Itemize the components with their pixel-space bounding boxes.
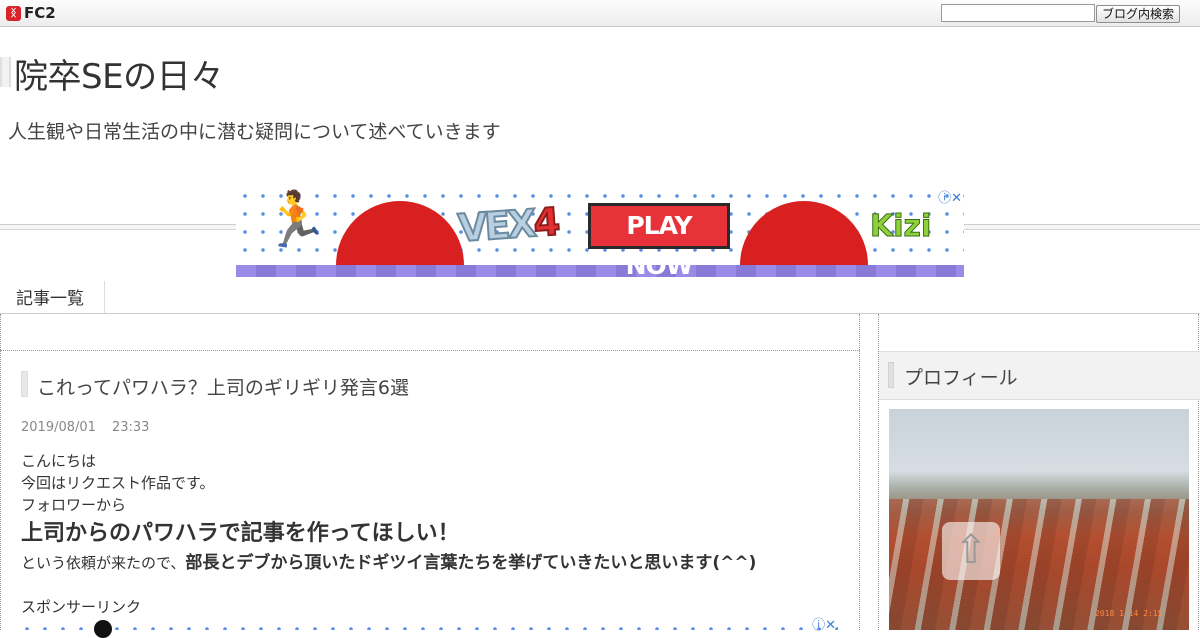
profile-photo[interactable]: ⇧ 2018 1 14 2:15: [889, 409, 1189, 630]
sidebar-profile-title: プロフィール: [904, 367, 1018, 389]
ad-red-dome: [740, 201, 868, 265]
entry-body-line: 今回はリクエスト作品です。: [21, 474, 215, 492]
nav-divider: [0, 313, 1200, 314]
main-left-border: [0, 314, 1, 630]
ad-choices-icon[interactable]: ⓘ✕: [812, 614, 836, 633]
blog-title[interactable]: 院卒SEの日々: [14, 49, 224, 98]
entry-headline: 上司からのパワハラで記事を作ってほしい！: [21, 521, 460, 546]
sponsor-label: スポンサーリンク: [21, 598, 142, 616]
nav-separator: [104, 281, 105, 313]
entry-body-line: こんにちは: [21, 452, 97, 470]
sidebar-title-accent: [888, 362, 894, 388]
blog-search-button[interactable]: ブログ内検索: [1096, 5, 1180, 23]
title-accent-bar: [0, 57, 11, 87]
entry-time-value: 23:33: [111, 420, 150, 435]
entry-body-line: フォロワーから: [21, 496, 127, 514]
fc2-toolbar: ᛝ FC2 ブログ内検索: [0, 0, 1200, 27]
blog-search-input[interactable]: [941, 4, 1095, 22]
inline-ad-banner[interactable]: ⓘ✕: [18, 618, 838, 638]
runner-icon: 🏃: [262, 188, 330, 251]
ad-game-logo-text: VEX: [456, 200, 537, 251]
entry-date: 2019/08/01 23:33: [21, 420, 149, 435]
entry-body-bold: 部長とデブから頂いたドギツイ言葉たちを挙げていきたいと思います(^^): [185, 553, 757, 573]
ad-game-logo-number: 4: [531, 199, 559, 247]
blog-description: 人生観や日常生活の中に潜む疑問について述べていきます: [8, 121, 501, 143]
nav-item-article-list[interactable]: 記事一覧: [16, 284, 84, 309]
scroll-to-top-icon[interactable]: ⇧: [942, 522, 1000, 580]
entry-body-prefix: という依頼が来たので、: [21, 554, 186, 572]
ad-game-logo: VEX4: [456, 199, 560, 252]
fc2-logo-text: FC2: [24, 4, 56, 22]
entry-title-accent: [21, 371, 28, 397]
ad-choices-icon[interactable]: ⓘ✕: [938, 187, 962, 206]
ad-play-now-button[interactable]: PLAY NOW: [588, 203, 730, 277]
ad-banner[interactable]: 🏃 VEX4 PLAY NOW Kizi ⓘ✕: [236, 187, 964, 277]
ad-floor: [236, 265, 964, 277]
entry-title[interactable]: これってパワハラ？上司のギリギリ発言6選: [37, 373, 409, 400]
runner-head-icon: [94, 620, 112, 638]
fc2-logo[interactable]: ᛝ FC2: [6, 4, 56, 22]
ad-brand-logo: Kizi: [869, 209, 932, 245]
main-top-border: [0, 350, 860, 351]
entry-body-mixed: という依頼が来たので、部長とデブから頂いたドギツイ言葉たちを挙げていきたいと思い…: [21, 548, 756, 573]
main-right-border: [859, 314, 860, 630]
photo-date-stamp: 2018 1 14 2:15: [1095, 609, 1163, 618]
fc2-fox-icon: ᛝ: [6, 5, 21, 21]
ad-red-dome: [336, 201, 464, 265]
entry-date-value: 2019/08/01: [21, 420, 96, 435]
